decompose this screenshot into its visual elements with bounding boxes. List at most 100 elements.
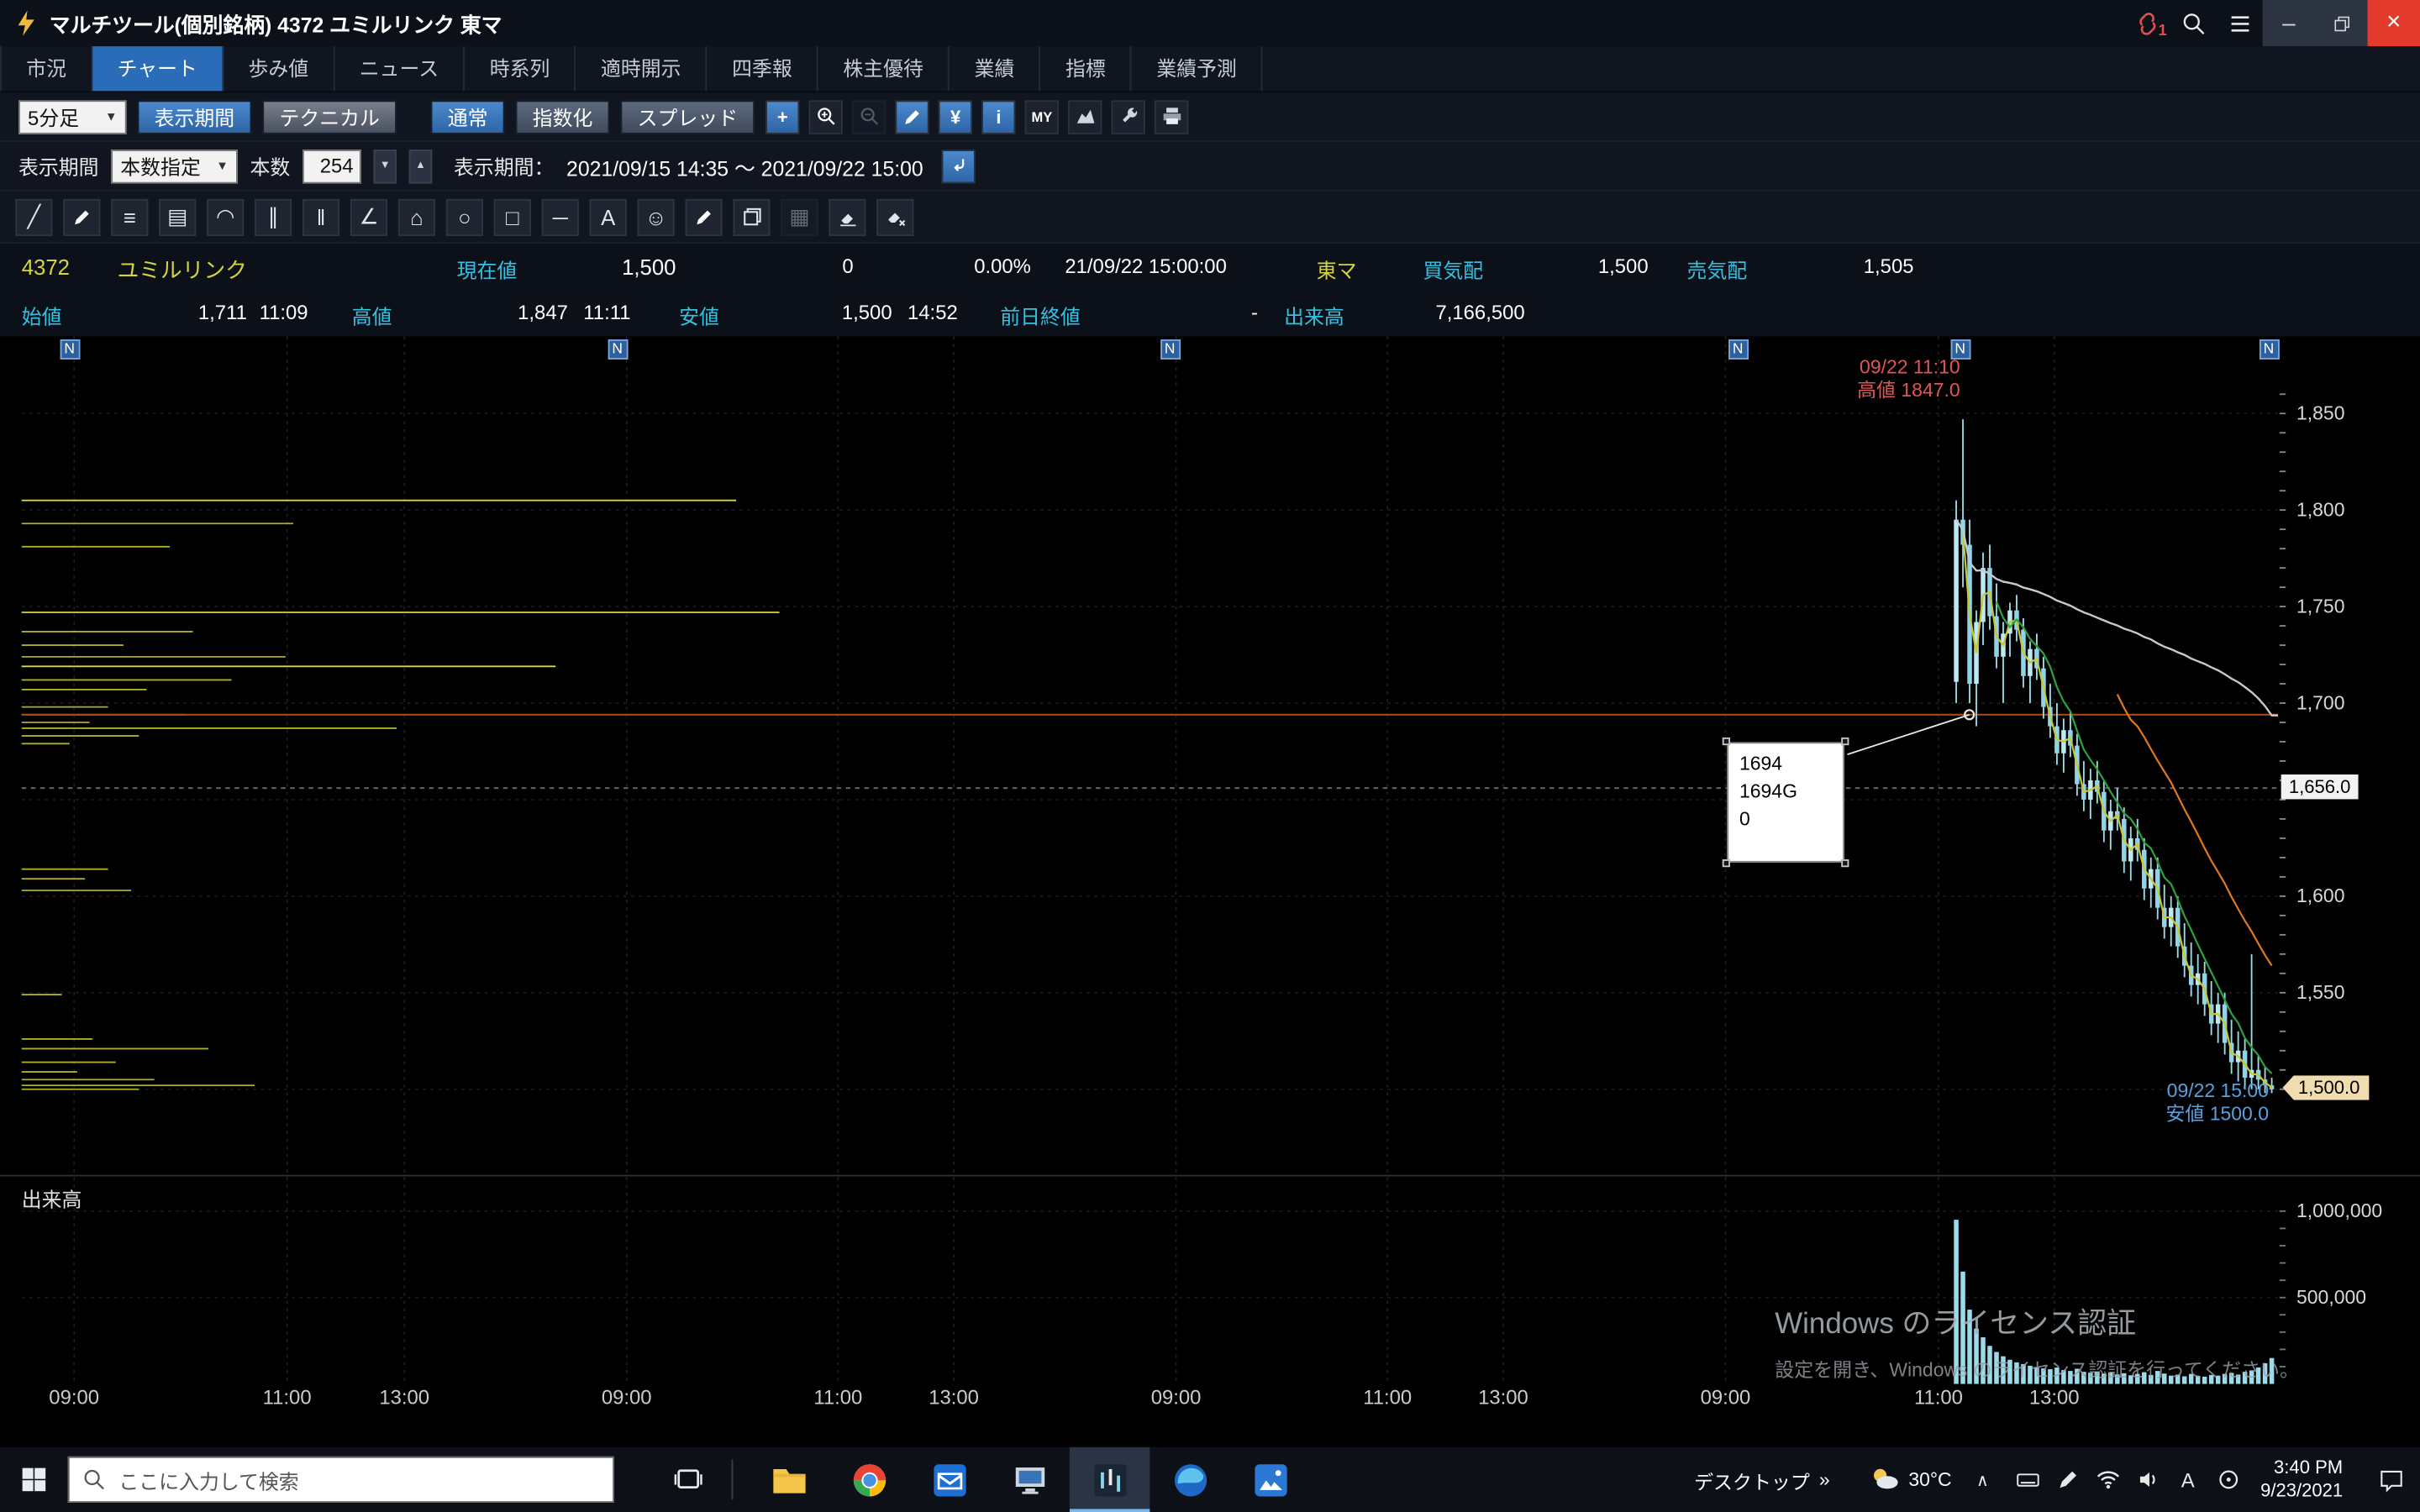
weather-widget[interactable]: 30°C <box>1867 1462 1952 1496</box>
start-button[interactable] <box>0 1447 68 1512</box>
restore-button[interactable] <box>2315 0 2367 46</box>
news-marker[interactable]: N <box>2259 339 2279 360</box>
taskbar-search-input[interactable]: ここに入力して検索 <box>68 1457 614 1503</box>
taskbar-clock[interactable]: 3:40 PM 9/23/2021 <box>2260 1457 2343 1503</box>
mail-app-icon[interactable] <box>909 1447 990 1512</box>
drawing-info-tooltip[interactable]: 1694 1694G 0 <box>1727 742 1844 862</box>
angle-tool[interactable]: ∠ <box>350 198 387 235</box>
search-icon[interactable] <box>2170 0 2216 46</box>
svg-text:1,600: 1,600 <box>2296 885 2344 906</box>
hline-dense-tool[interactable]: ▤ <box>159 198 196 235</box>
photos-app-icon[interactable] <box>1230 1447 1311 1512</box>
freehand-tool[interactable] <box>63 198 100 235</box>
ime-mode-icon[interactable] <box>2208 1447 2249 1512</box>
rect-tool[interactable]: □ <box>494 198 531 235</box>
tab-ayumine[interactable]: 歩み値 <box>224 46 334 91</box>
drag-handle[interactable] <box>1723 738 1730 745</box>
tab-jikeiretsu[interactable]: 時系列 <box>465 46 576 91</box>
ime-a-icon[interactable]: A <box>2168 1447 2208 1512</box>
high-annotation-time: 09/22 11:10 <box>1769 356 1960 380</box>
action-center-button[interactable] <box>2361 1447 2420 1512</box>
zoom-in-button[interactable] <box>809 99 843 133</box>
reset-period-button[interactable] <box>942 149 976 182</box>
vline-tool[interactable]: ‖ <box>302 198 339 235</box>
display-period-button[interactable]: 表示期間 <box>137 99 251 133</box>
period-mode-select[interactable]: 本数指定▼ <box>111 149 237 182</box>
chart-canvas[interactable] <box>0 336 2278 1416</box>
tab-shikiho[interactable]: 四季報 <box>708 46 818 91</box>
close-button[interactable]: × <box>2368 0 2420 46</box>
chrome-app-icon[interactable] <box>829 1447 909 1512</box>
technical-button[interactable]: テクニカル <box>262 99 397 133</box>
volume-icon[interactable] <box>2128 1447 2168 1512</box>
desktop-toolbar[interactable]: デスクトップ » <box>1694 1465 1830 1494</box>
network-icon[interactable] <box>2087 1447 2128 1512</box>
application-window: マルチツール(個別銘柄) 4372 ユミルリンク 東マ 1 – × 市況チャート… <box>0 0 2420 1512</box>
svg-text:1,850: 1,850 <box>2296 402 2344 424</box>
copy-object-tool[interactable] <box>733 198 770 235</box>
news-marker[interactable]: N <box>1728 339 1748 360</box>
tab-shihyo[interactable]: 指標 <box>1041 46 1132 91</box>
line-tool[interactable]: ╱ <box>15 198 52 235</box>
info-button[interactable]: i <box>981 99 1015 133</box>
task-view-button[interactable] <box>655 1447 723 1512</box>
edge-browser-app-icon[interactable] <box>1150 1447 1230 1512</box>
polygon-tool[interactable]: ⌂ <box>398 198 435 235</box>
chart-type-button[interactable] <box>1068 99 1102 133</box>
clear-all-tool[interactable] <box>876 198 913 235</box>
hsegment-tool[interactable]: ─ <box>542 198 579 235</box>
select-object-tool[interactable]: ▦ <box>781 198 818 235</box>
draw-mode-button[interactable] <box>895 99 929 133</box>
text-tool[interactable]: A <box>590 198 627 235</box>
tab-gyoseki[interactable]: 業績 <box>950 46 1040 91</box>
tab-shikyo[interactable]: 市況 <box>0 46 92 91</box>
count-input[interactable]: 254 <box>302 149 361 182</box>
drag-handle[interactable] <box>1723 859 1730 867</box>
ask-price: 1,505 <box>1809 255 1914 278</box>
stamp-edit-tool[interactable] <box>686 198 723 235</box>
count-down-button[interactable]: ▼ <box>373 149 397 182</box>
add-indicator-button[interactable]: + <box>765 99 799 133</box>
tab-yutai[interactable]: 株主優待 <box>818 46 950 91</box>
hidden-icons-chevron[interactable]: ∧ <box>1976 1469 1989 1489</box>
settings-button[interactable] <box>1112 99 1145 133</box>
count-up-button[interactable]: ▲ <box>409 149 433 182</box>
touch-keyboard-icon[interactable] <box>2007 1447 2048 1512</box>
tab-news[interactable]: ニュース <box>334 46 465 91</box>
drag-handle[interactable] <box>1841 738 1849 745</box>
change-percent: 0.00% <box>926 255 1031 278</box>
ellipse-tool[interactable]: ○ <box>446 198 483 235</box>
screen-share-app-icon[interactable] <box>989 1447 1070 1512</box>
hline-tool[interactable]: ≡ <box>111 198 148 235</box>
icon-stamp-tool[interactable]: ☺ <box>638 198 675 235</box>
tab-gyoseki-yosoku[interactable]: 業績予測 <box>1132 46 1263 91</box>
eraser-tool[interactable] <box>829 198 865 235</box>
pen-settings-icon[interactable] <box>2048 1447 2088 1512</box>
index-mode-button[interactable]: 指数化 <box>516 99 610 133</box>
link-count-badge: 1 <box>2159 24 2167 40</box>
high-annotation-price: 高値 1847.0 <box>1769 380 1960 403</box>
arc-tool[interactable]: ◠ <box>207 198 244 235</box>
link-icon[interactable]: 1 <box>2123 0 2170 46</box>
parallel-line-tool[interactable]: ∥ <box>255 198 292 235</box>
menu-icon[interactable] <box>2217 0 2263 46</box>
print-button[interactable] <box>1155 99 1188 133</box>
tab-bar: 市況チャート歩み値ニュース時系列適時開示四季報株主優待業績指標業績予測 <box>0 46 2420 92</box>
tab-chart[interactable]: チャート <box>92 46 224 91</box>
news-marker[interactable]: N <box>60 339 80 360</box>
tab-tekijikaiji[interactable]: 適時開示 <box>576 46 708 91</box>
timeframe-select[interactable]: 5分足▼ <box>18 99 127 133</box>
timeframe-value: 5分足 <box>28 102 79 131</box>
news-marker[interactable]: N <box>608 339 628 360</box>
clock-time: 3:40 PM <box>2260 1457 2343 1480</box>
news-marker[interactable]: N <box>1160 339 1180 360</box>
drag-handle[interactable] <box>1841 859 1849 867</box>
minimize-button[interactable]: – <box>2263 0 2315 46</box>
normal-mode-button[interactable]: 通常 <box>431 99 505 133</box>
zoom-out-button[interactable] <box>852 99 886 133</box>
yen-scale-button[interactable]: ¥ <box>939 99 972 133</box>
trading-app-icon[interactable] <box>1070 1447 1150 1512</box>
spread-mode-button[interactable]: スプレッド <box>620 99 755 133</box>
my-chart-button[interactable]: MY <box>1025 99 1059 133</box>
file-explorer-app-icon[interactable] <box>749 1447 829 1512</box>
